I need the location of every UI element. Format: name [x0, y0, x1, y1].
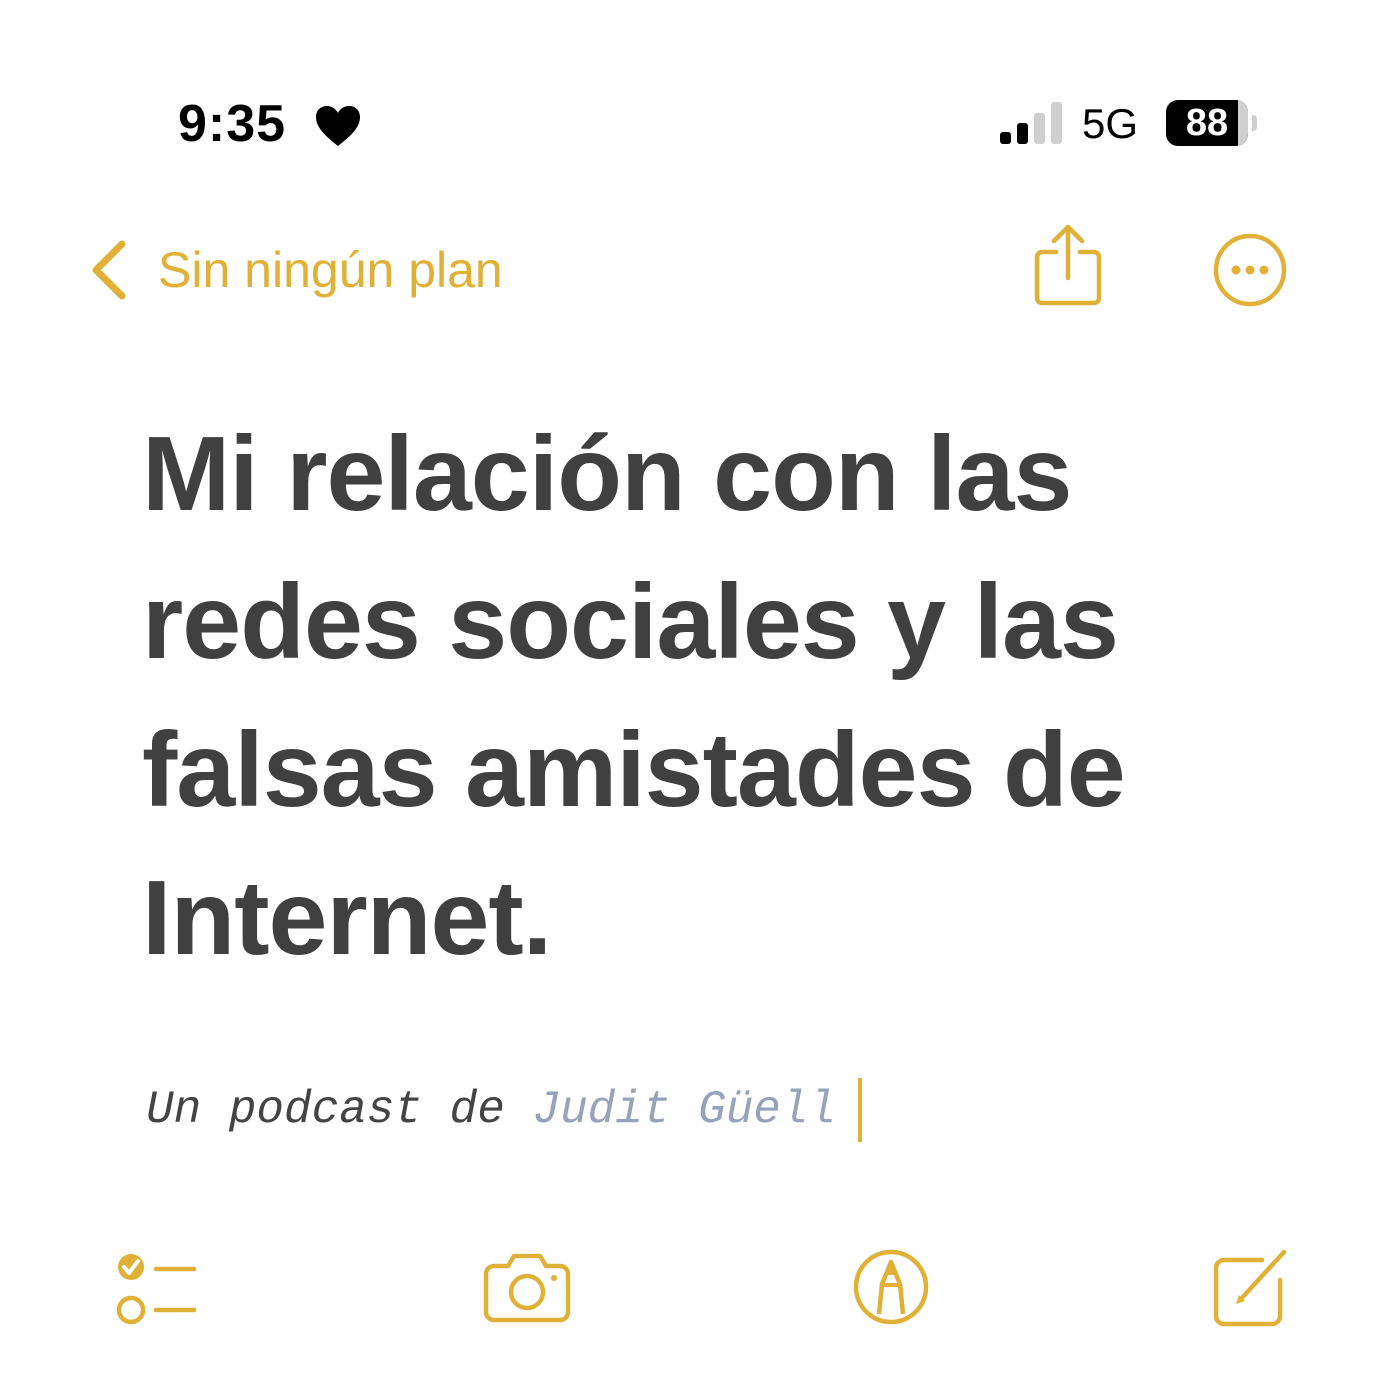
status-time: 9:35 [178, 95, 287, 153]
note-body[interactable]: Mi relación con las redes sociales y las… [142, 400, 1322, 992]
note-title[interactable]: Mi relación con las redes sociales y las… [142, 400, 1322, 992]
navigation-bar: Sin ningún plan [0, 210, 1400, 330]
note-title-line: redes sociales y las [142, 563, 1119, 681]
cellular-signal-icon [1000, 102, 1062, 144]
subtitle-prefix: Un podcast de [146, 1084, 533, 1136]
ellipsis-circle-icon[interactable] [1212, 232, 1288, 308]
note-title-line: falsas amistades de [142, 711, 1126, 829]
note-title-line: Mi relación con las [142, 415, 1072, 533]
network-type: 5G [1082, 100, 1139, 147]
note-title-line: Internet. [142, 859, 552, 977]
chevron-left-icon [92, 240, 126, 300]
back-label: Sin ningún plan [158, 242, 503, 298]
compose-icon[interactable] [1210, 1244, 1290, 1328]
back-button[interactable]: Sin ningún plan [86, 230, 503, 310]
camera-icon[interactable] [482, 1248, 572, 1324]
note-subtitle[interactable]: Un podcast de Judit Güell [146, 1078, 863, 1142]
bottom-toolbar [0, 1240, 1400, 1340]
status-bar: 9:35 5G 88 [0, 0, 1400, 190]
heart-icon [316, 106, 360, 146]
checklist-icon[interactable] [116, 1248, 198, 1330]
subtitle-author: Judit Güell [532, 1084, 837, 1136]
text-cursor [858, 1078, 863, 1142]
battery-icon: 88 [1166, 100, 1262, 148]
battery-level: 88 [1185, 102, 1229, 144]
share-icon[interactable] [1032, 222, 1104, 308]
markup-pen-icon[interactable] [852, 1248, 930, 1326]
